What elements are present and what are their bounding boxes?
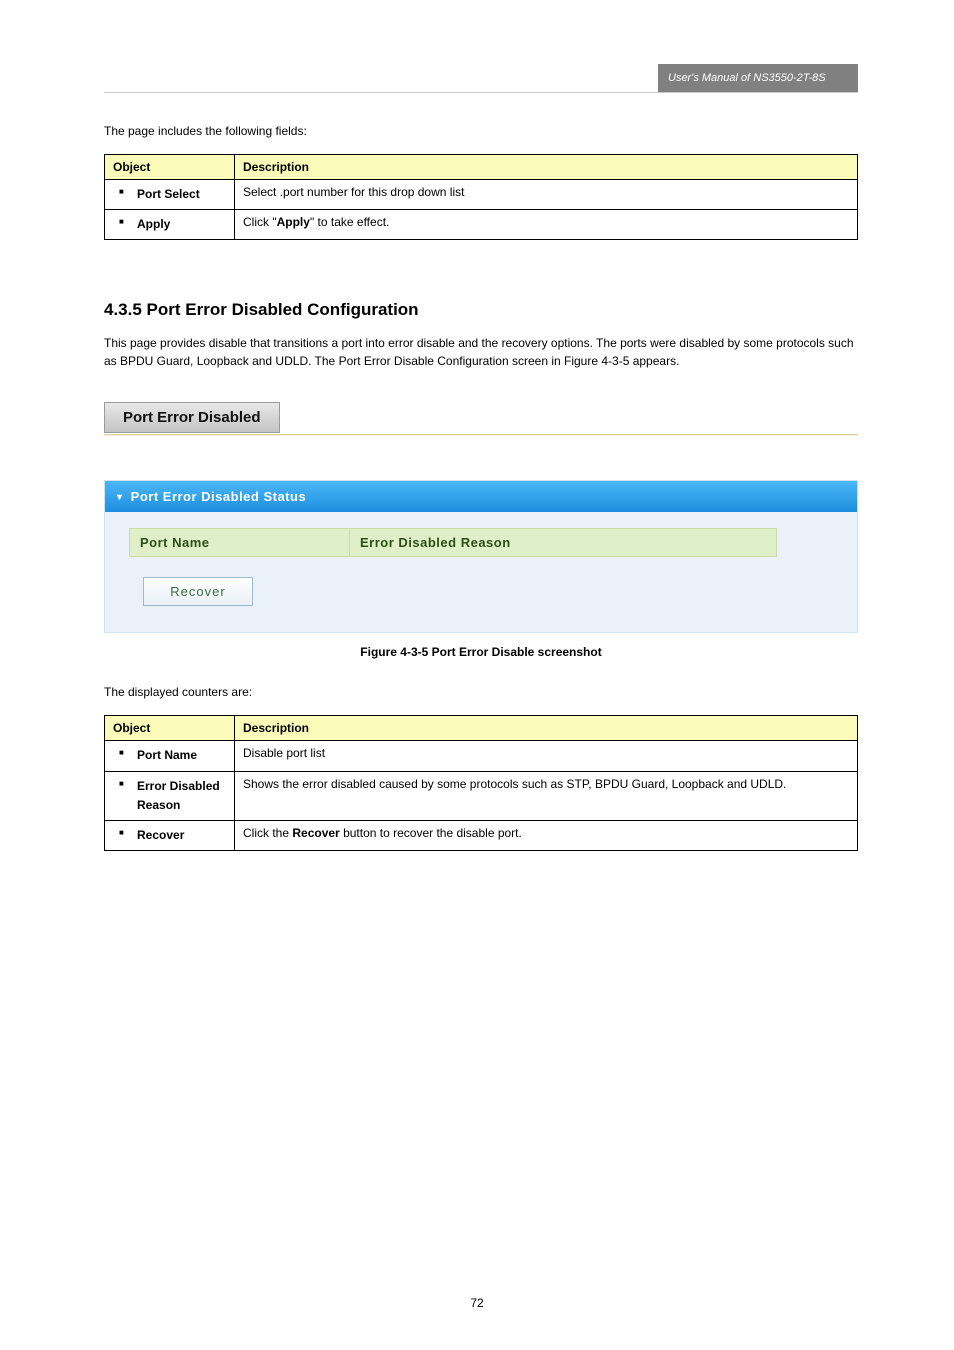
header-divider bbox=[104, 92, 858, 93]
col-object: Object bbox=[105, 155, 235, 180]
object-desc: Click "Apply" to take effect. bbox=[235, 210, 858, 240]
table-row: Error Disabled Reason Shows the error di… bbox=[105, 771, 858, 820]
col-error-reason: Error Disabled Reason bbox=[350, 529, 777, 557]
table2-intro: The displayed counters are: bbox=[104, 683, 858, 701]
table-row: Apply Click "Apply" to take effect. bbox=[105, 210, 858, 240]
object-desc: Shows the error disabled caused by some … bbox=[235, 771, 858, 820]
object-desc: Disable port list bbox=[235, 741, 858, 771]
status-panel: ▾ Port Error Disabled Status Port Name E… bbox=[104, 480, 858, 633]
section-paragraph: This page provides disable that transiti… bbox=[104, 334, 858, 370]
object-desc: Select .port number for this drop down l… bbox=[235, 180, 858, 210]
col-description: Description bbox=[235, 716, 858, 741]
table-row: Recover Click the Recover button to reco… bbox=[105, 820, 858, 850]
object-label: Apply bbox=[113, 215, 226, 234]
recover-button[interactable]: Recover bbox=[143, 577, 253, 606]
panel-title[interactable]: ▾ Port Error Disabled Status bbox=[105, 481, 857, 512]
caret-down-icon: ▾ bbox=[117, 493, 123, 503]
tab-underline bbox=[104, 434, 858, 436]
ui-screenshot: Port Error Disabled ▾ Port Error Disable… bbox=[104, 402, 858, 633]
col-object: Object bbox=[105, 716, 235, 741]
table-row: Port Name Disable port list bbox=[105, 741, 858, 771]
header-manual-title: User's Manual of NS3550-2T-8S bbox=[658, 64, 858, 92]
object-description-table-2: Object Description Port Name Disable por… bbox=[104, 715, 858, 851]
col-port-name: Port Name bbox=[130, 529, 350, 557]
panel-title-text: Port Error Disabled Status bbox=[131, 489, 307, 504]
object-desc: Click the Recover button to recover the … bbox=[235, 820, 858, 850]
object-description-table-1: Object Description Port Select Select .p… bbox=[104, 154, 858, 240]
tab-port-error-disabled[interactable]: Port Error Disabled bbox=[104, 402, 280, 433]
object-label: Recover bbox=[113, 826, 226, 845]
section-heading: 4.3.5 Port Error Disabled Configuration bbox=[104, 300, 858, 320]
table-row: Port Select Select .port number for this… bbox=[105, 180, 858, 210]
intro-text: The page includes the following fields: bbox=[104, 122, 858, 140]
object-label: Port Name bbox=[113, 746, 226, 765]
figure-caption: Figure 4-3-5 Port Error Disable screensh… bbox=[104, 645, 858, 659]
page-number: 72 bbox=[0, 1296, 954, 1310]
object-label: Port Select bbox=[113, 185, 226, 204]
col-description: Description bbox=[235, 155, 858, 180]
status-table: Port Name Error Disabled Reason bbox=[129, 528, 777, 557]
object-label: Error Disabled Reason bbox=[113, 777, 226, 815]
